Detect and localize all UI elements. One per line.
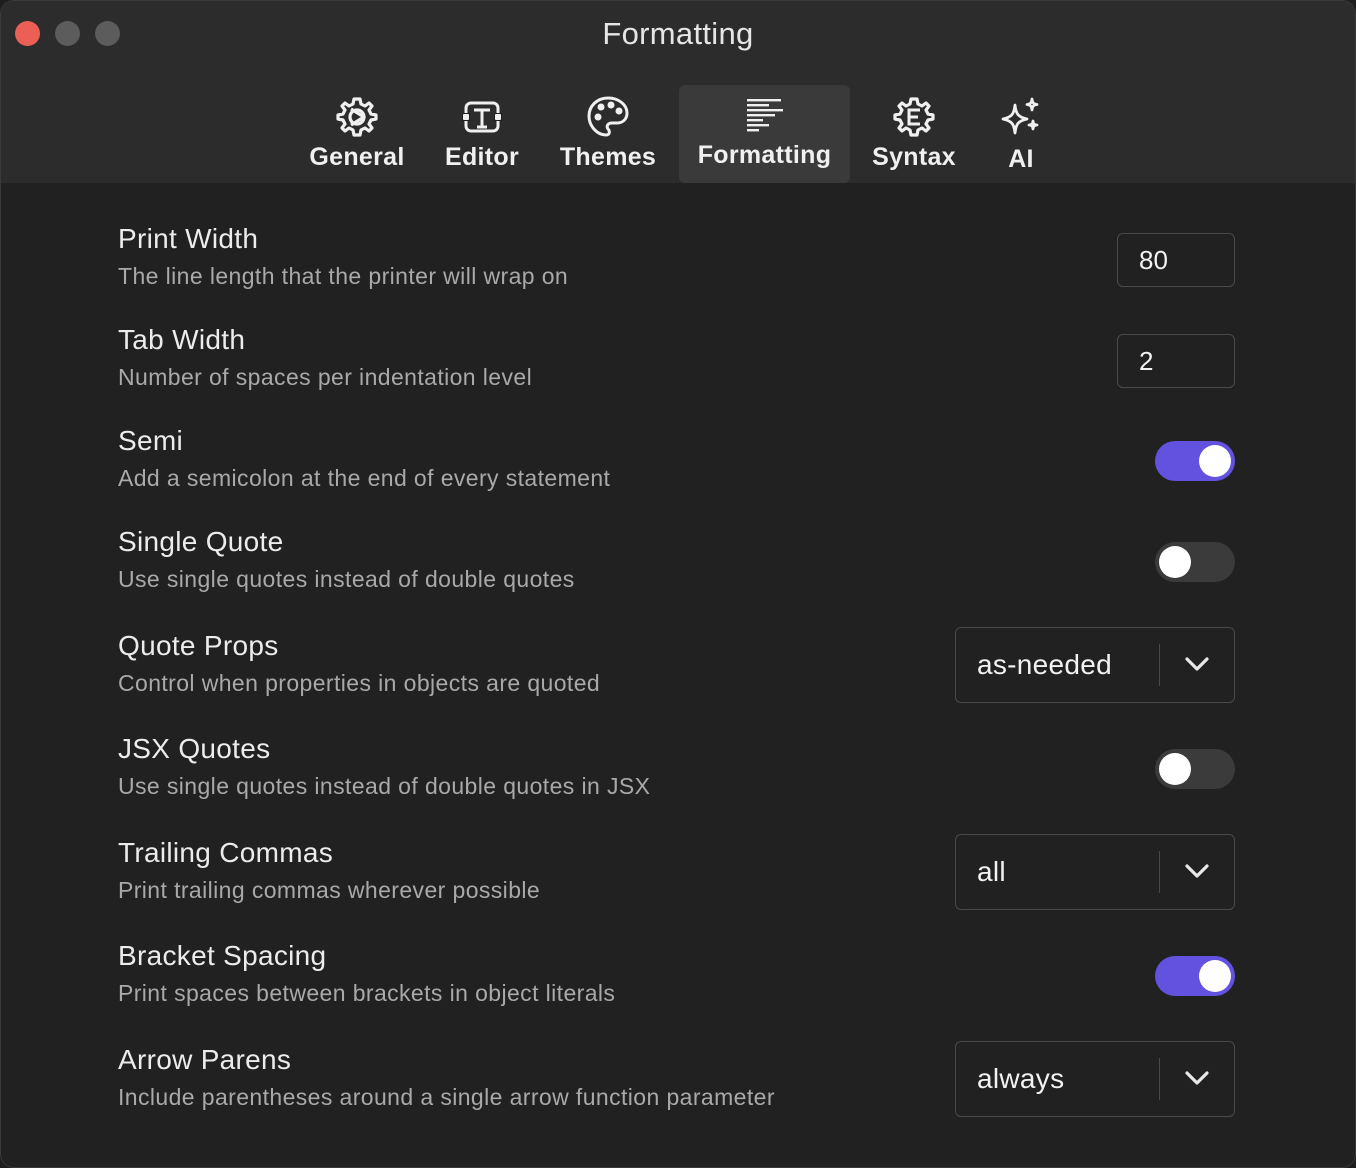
quote-props-select[interactable]: as-needed [955, 627, 1235, 703]
tab-syntax-label: Syntax [872, 143, 956, 171]
setting-title: Semi [118, 425, 183, 456]
syntax-gear-icon [893, 97, 935, 137]
setting-description: Print trailing commas wherever possible [118, 877, 541, 903]
tab-formatting-label: Formatting [697, 141, 832, 169]
setting-single-quote: Single Quote Use single quotes instead o… [118, 526, 1235, 606]
semi-toggle[interactable] [1155, 441, 1235, 481]
toggle-knob [1159, 753, 1191, 785]
bracket-spacing-toggle[interactable] [1155, 956, 1235, 996]
select-value: always [977, 1063, 1065, 1094]
setting-title: Bracket Spacing [118, 940, 327, 971]
setting-semi: Semi Add a semicolon at the end of every… [118, 425, 1235, 505]
tab-general-label: General [309, 143, 405, 171]
setting-description: The line length that the printer will wr… [118, 263, 569, 289]
setting-description: Use single quotes instead of double quot… [118, 566, 575, 592]
setting-title: Tab Width [118, 324, 246, 355]
setting-title: Quote Props [118, 630, 279, 661]
setting-description: Control when properties in objects are q… [118, 670, 601, 696]
setting-description: Number of spaces per indentation level [118, 364, 533, 390]
tab-ai-label: AI [1008, 145, 1034, 173]
toggle-knob [1159, 546, 1191, 578]
print-width-input[interactable] [1117, 233, 1235, 287]
select-divider [1158, 1058, 1160, 1100]
tab-themes-label: Themes [559, 143, 657, 171]
tab-general[interactable]: General [301, 85, 413, 183]
tab-ai[interactable]: AI [991, 85, 1051, 183]
setting-arrow-parens: Arrow Parens Include parentheses around … [118, 1041, 1235, 1124]
tab-themes[interactable]: Themes [553, 85, 663, 183]
text-align-icon [746, 99, 783, 132]
tab-syntax[interactable]: Syntax [867, 85, 961, 183]
chevron-down-icon[interactable] [1184, 1068, 1210, 1088]
window-title: Formatting [602, 16, 754, 51]
chevron-down-icon[interactable] [1184, 654, 1210, 674]
arrow-parens-select[interactable]: always [955, 1041, 1235, 1117]
select-value: as-needed [977, 649, 1113, 680]
toggle-knob [1199, 960, 1231, 992]
setting-title: Single Quote [118, 526, 284, 557]
select-divider [1158, 644, 1160, 686]
select-value: all [977, 856, 1006, 887]
setting-description: Use single quotes instead of double quot… [118, 773, 651, 799]
setting-title: Trailing Commas [118, 837, 334, 868]
gear-icon [336, 97, 378, 137]
settings-window: Formatting General Editor Themes Formatt… [0, 0, 1356, 1168]
titlebar: Formatting General Editor Themes Formatt… [1, 1, 1355, 183]
setting-title: Arrow Parens [118, 1044, 292, 1075]
setting-description: Include parentheses around a single arro… [118, 1084, 775, 1110]
setting-quote-props: Quote Props Control when properties in o… [118, 627, 1235, 710]
text-box-icon [462, 101, 502, 133]
setting-trailing-commas: Trailing Commas Print trailing commas wh… [118, 834, 1235, 917]
formatting-settings-panel: Print Width The line length that the pri… [1, 183, 1355, 1167]
tab-formatting[interactable]: Formatting [679, 85, 850, 183]
single-quote-toggle[interactable] [1155, 542, 1235, 582]
setting-bracket-spacing: Bracket Spacing Print spaces between bra… [118, 940, 1235, 1020]
setting-title: Print Width [118, 223, 259, 254]
sparkles-icon [1001, 97, 1039, 135]
tab-width-input[interactable] [1117, 334, 1235, 388]
setting-jsx-quotes: JSX Quotes Use single quotes instead of … [118, 733, 1235, 813]
preferences-toolbar: General Editor Themes Formatting Syntax … [1, 85, 1355, 183]
setting-print-width: Print Width The line length that the pri… [118, 223, 1235, 303]
setting-description: Add a semicolon at the end of every stat… [118, 465, 611, 491]
tab-editor-label: Editor [444, 143, 520, 171]
setting-tab-width: Tab Width Number of spaces per indentati… [118, 324, 1235, 404]
toggle-knob [1199, 445, 1231, 477]
trailing-commas-select[interactable]: all [955, 834, 1235, 910]
palette-icon [587, 96, 629, 137]
setting-title: JSX Quotes [118, 733, 271, 764]
jsx-quotes-toggle[interactable] [1155, 749, 1235, 789]
tab-editor[interactable]: Editor [437, 85, 527, 183]
chevron-down-icon[interactable] [1184, 861, 1210, 881]
setting-description: Print spaces between brackets in object … [118, 980, 616, 1006]
select-divider [1158, 851, 1160, 893]
